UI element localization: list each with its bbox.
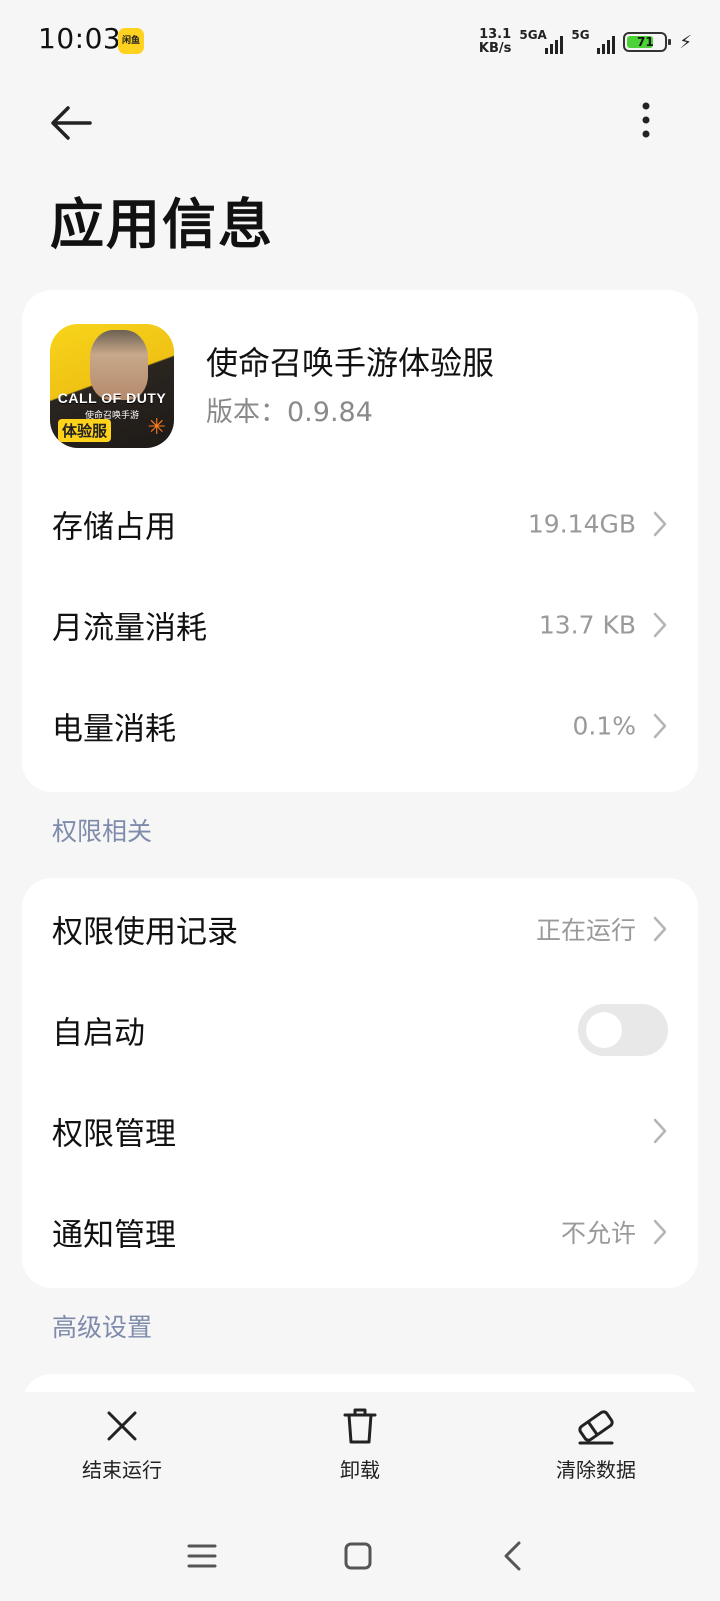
permission-history-row[interactable]: 权限使用记录 正在运行 xyxy=(22,878,698,980)
bottom-action-bar: 结束运行 卸载 清除数据 xyxy=(0,1392,720,1510)
uninstall-button[interactable]: 卸载 xyxy=(280,1406,440,1483)
close-icon xyxy=(107,1411,137,1441)
chevron-right-icon xyxy=(653,612,667,638)
status-time: 10:03 xyxy=(38,22,122,55)
row-label: 自启动 xyxy=(52,1015,145,1052)
row-value: 13.7 KB xyxy=(538,610,636,640)
battery-usage-row[interactable]: 电量消耗 0.1% xyxy=(22,675,698,777)
row-label: 存储占用 xyxy=(52,509,176,546)
status-indicators: 13.1 KB/s 5GA 5G 71 ⚡ xyxy=(479,26,692,58)
more-vertical-icon xyxy=(642,102,650,138)
permission-management-row[interactable]: 权限管理 xyxy=(22,1080,698,1182)
chevron-left-icon xyxy=(504,1541,521,1571)
storage-row[interactable]: 存储占用 19.14GB xyxy=(22,473,698,575)
arrow-left-icon xyxy=(51,106,92,140)
system-nav-bar xyxy=(0,1510,720,1601)
row-value: 不允许 xyxy=(560,1219,636,1248)
app-info-card: CALL OF DUTY 使命召唤手游 体验服 ✳ 使命召唤手游体验服 版本：0… xyxy=(22,290,698,792)
row-value: 19.14GB xyxy=(527,509,636,539)
toggle-knob xyxy=(586,1012,622,1048)
system-back-button[interactable] xyxy=(494,1536,534,1576)
eraser-icon xyxy=(578,1410,614,1445)
recents-button[interactable] xyxy=(182,1536,222,1576)
app-icon-tag: 体验服 xyxy=(58,419,112,442)
section-title-advanced: 高级设置 xyxy=(52,1313,153,1342)
xianyu-notification-icon: 闲鱼 xyxy=(118,28,144,54)
autostart-toggle[interactable] xyxy=(578,1004,668,1056)
section-title-permissions: 权限相关 xyxy=(52,817,153,846)
action-label: 清除数据 xyxy=(556,1458,636,1482)
chevron-right-icon xyxy=(653,1219,667,1245)
signal-5g-icon: 5G xyxy=(571,28,616,56)
star-icon: ✳ xyxy=(147,415,166,440)
more-options-button[interactable] xyxy=(634,98,658,142)
app-name: 使命召唤手游体验服 xyxy=(206,344,495,382)
app-version: 版本：0.9.84 xyxy=(206,397,373,428)
battery-level: 71 xyxy=(637,35,654,49)
battery-icon: 71 xyxy=(623,32,672,52)
action-label: 结束运行 xyxy=(82,1458,162,1482)
force-stop-button[interactable]: 结束运行 xyxy=(42,1406,202,1483)
chevron-right-icon xyxy=(653,1118,667,1144)
network-speed: 13.1 KB/s xyxy=(478,27,512,56)
app-icon: CALL OF DUTY 使命召唤手游 体验服 ✳ xyxy=(50,324,174,448)
row-label: 月流量消耗 xyxy=(52,610,207,647)
chevron-right-icon xyxy=(653,916,667,942)
clear-data-button[interactable]: 清除数据 xyxy=(516,1406,676,1483)
row-label: 权限管理 xyxy=(52,1116,176,1153)
row-label: 通知管理 xyxy=(52,1217,176,1254)
row-label: 电量消耗 xyxy=(52,711,176,748)
home-button[interactable] xyxy=(338,1536,378,1576)
trash-icon xyxy=(343,1408,377,1444)
app-header: CALL OF DUTY 使命召唤手游 体验服 ✳ 使命召唤手游体验服 版本：0… xyxy=(22,290,698,470)
notification-management-row[interactable]: 通知管理 不允许 xyxy=(22,1181,698,1283)
row-label: 权限使用记录 xyxy=(52,914,238,951)
menu-icon xyxy=(187,1544,217,1568)
permissions-card: 权限使用记录 正在运行 自启动 权限管理 通知管理 不允许 xyxy=(22,878,698,1288)
chevron-right-icon xyxy=(653,511,667,537)
page-title: 应用信息 xyxy=(50,193,274,256)
chevron-right-icon xyxy=(653,713,667,739)
autostart-row: 自启动 xyxy=(22,979,698,1081)
home-square-icon xyxy=(344,1542,372,1570)
action-label: 卸载 xyxy=(340,1458,380,1482)
app-icon-title: CALL OF DUTY xyxy=(57,390,167,406)
status-bar: 10:03 闲鱼 13.1 KB/s 5GA 5G 71 ⚡ xyxy=(0,0,720,84)
back-button[interactable] xyxy=(46,96,100,150)
signal-5ga-icon: 5GA xyxy=(519,28,564,56)
row-value: 正在运行 xyxy=(535,916,636,945)
charging-icon: ⚡ xyxy=(679,31,692,53)
row-value: 0.1% xyxy=(572,711,636,741)
data-usage-row[interactable]: 月流量消耗 13.7 KB xyxy=(22,574,698,676)
